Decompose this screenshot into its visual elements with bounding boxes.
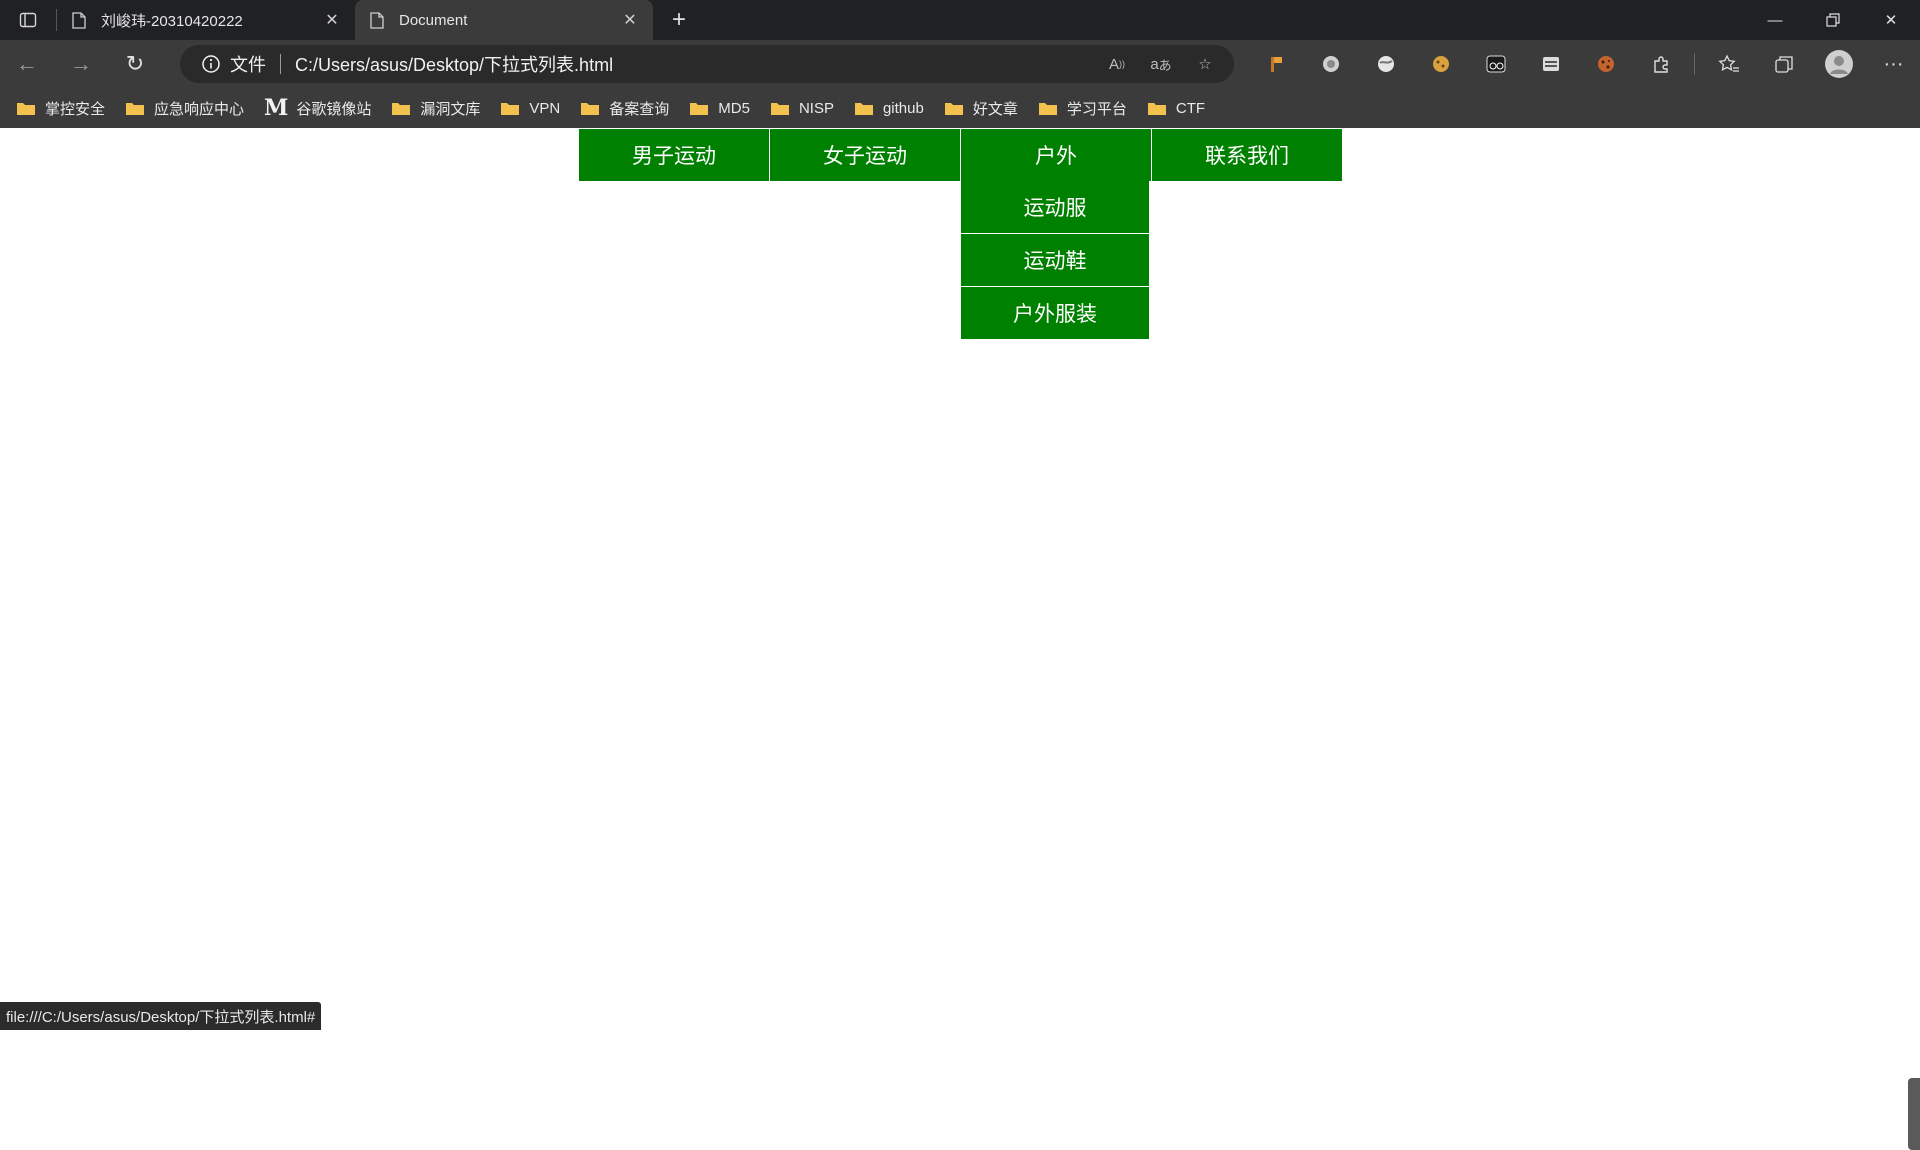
submenu-item-outdoor-clothing[interactable]: 户外服装 — [961, 287, 1149, 339]
favorite-item[interactable]: MD5 — [689, 92, 750, 124]
favorite-item[interactable]: M 谷歌镜像站 — [264, 92, 371, 124]
extension-cookie-icon[interactable] — [1413, 40, 1468, 88]
favorite-label: 漏洞文库 — [420, 100, 481, 118]
favorite-label: 备案查询 — [609, 100, 670, 118]
submenu-item-sneakers[interactable]: 运动鞋 — [961, 234, 1149, 286]
favorite-label: VPN — [529, 99, 561, 117]
status-bar: file:///C:/Users/asus/Desktop/下拉式列表.html… — [0, 1002, 322, 1030]
close-icon[interactable]: ✕ — [615, 5, 645, 35]
folder-icon — [580, 100, 600, 116]
add-favorite-icon[interactable]: ☆ — [1190, 49, 1220, 79]
folder-icon — [854, 100, 874, 116]
favorite-item[interactable]: CTF — [1147, 92, 1205, 124]
refresh-icon[interactable]: ↻ — [108, 40, 162, 88]
tab-actions-icon[interactable] — [0, 0, 56, 40]
favorite-label: github — [882, 99, 924, 117]
folder-icon — [689, 100, 709, 116]
tab-title: Document — [399, 11, 468, 29]
menu-item-outdoor[interactable]: 户外 — [961, 129, 1151, 181]
folder-icon — [391, 100, 411, 116]
favorite-label: 学习平台 — [1066, 100, 1127, 118]
menu-item-contact[interactable]: 联系我们 — [1152, 129, 1342, 181]
extension-world-icon[interactable] — [1358, 40, 1413, 88]
submenu-item-sportswear[interactable]: 运动服 — [961, 181, 1149, 233]
folder-icon — [770, 100, 790, 116]
tab-2[interactable]: Document ✕ — [355, 0, 653, 40]
omnibox-actions: A)) aあ ☆ — [1102, 45, 1220, 83]
new-tab-icon[interactable]: + — [659, 0, 699, 40]
page-icon — [369, 11, 385, 29]
toolbar-separator — [1694, 53, 1695, 75]
favorite-item[interactable]: NISP — [770, 92, 834, 124]
nav-menu: 男子运动 女子运动 户外 联系我们 — [579, 129, 1343, 181]
read-aloud-icon[interactable]: A)) — [1102, 49, 1132, 79]
collections-icon[interactable] — [1756, 40, 1811, 88]
favorite-label: 好文章 — [972, 100, 1018, 118]
site-logo-icon: M — [264, 95, 289, 121]
folder-icon — [16, 100, 36, 116]
extension-globe-icon[interactable] — [1303, 40, 1358, 88]
profile-avatar-icon[interactable] — [1811, 40, 1866, 88]
window-controls: — ✕ — [1746, 0, 1920, 40]
url-text[interactable]: C:/Users/asus/Desktop/下拉式列表.html — [295, 51, 613, 77]
folder-icon — [500, 100, 520, 116]
favorite-item[interactable]: 好文章 — [944, 92, 1018, 124]
page-icon — [71, 11, 87, 29]
tab-title: 刘峻玮-20310420222 — [101, 12, 243, 30]
menu-item-men-sports[interactable]: 男子运动 — [579, 129, 769, 181]
favorite-item[interactable]: 应急响应中心 — [125, 92, 244, 124]
scheme-label: 文件 — [230, 55, 266, 75]
favorite-label: MD5 — [718, 99, 750, 117]
extension-cookie-editor-icon[interactable] — [1578, 40, 1633, 88]
favorite-label: CTF — [1175, 99, 1206, 117]
close-window-icon[interactable]: ✕ — [1862, 0, 1920, 40]
extension-list-icon[interactable] — [1523, 40, 1578, 88]
folder-icon — [1147, 100, 1167, 116]
outdoor-dropdown: 运动服 运动鞋 户外服装 — [961, 181, 1149, 340]
address-bar[interactable]: 文件 C:/Users/asus/Desktop/下拉式列表.html A)) … — [180, 45, 1234, 83]
favorite-item[interactable]: VPN — [500, 92, 560, 124]
extension-flag-icon[interactable] — [1248, 40, 1303, 88]
favorite-item[interactable]: 漏洞文库 — [391, 92, 480, 124]
extensions-area: ··· — [1248, 40, 1920, 88]
favorites-bar: 掌控安全 应急响应中心 M 谷歌镜像站 漏洞文库 VPN 备案查询 MD5 NI… — [0, 88, 1920, 128]
favorite-label: 掌控安全 — [45, 100, 106, 118]
folder-icon — [125, 100, 145, 116]
toolbar: ← → ↻ 文件 C:/Users/asus/Desktop/下拉式列表.htm… — [0, 40, 1920, 88]
favorite-item[interactable]: 备案查询 — [580, 92, 669, 124]
extension-glasses-icon[interactable] — [1468, 40, 1523, 88]
close-icon[interactable]: ✕ — [317, 5, 347, 35]
favorite-item[interactable]: 掌控安全 — [16, 92, 105, 124]
minimize-icon[interactable]: — — [1746, 0, 1804, 40]
more-icon[interactable]: ··· — [1866, 40, 1920, 88]
restore-icon[interactable] — [1804, 0, 1862, 40]
omnibox-divider — [280, 54, 281, 74]
favorite-item[interactable]: github — [854, 92, 924, 124]
favorite-label: NISP — [798, 99, 834, 117]
favorite-label: 应急响应中心 — [154, 100, 245, 118]
folder-icon — [1038, 100, 1058, 116]
extensions-puzzle-icon[interactable] — [1633, 40, 1688, 88]
folder-icon — [944, 100, 964, 116]
page-content: 男子运动 女子运动 户外 联系我们 运动服 运动鞋 户外服装 file:///C… — [0, 128, 1920, 1150]
back-icon[interactable]: ← — [0, 40, 54, 88]
menu-item-women-sports[interactable]: 女子运动 — [770, 129, 960, 181]
info-icon[interactable] — [192, 54, 230, 74]
tab-strip: 刘峻玮-20310420222 ✕ Document ✕ + — ✕ — [0, 0, 1920, 40]
forward-icon[interactable]: → — [54, 40, 108, 88]
favorite-item[interactable]: 学习平台 — [1038, 92, 1127, 124]
translate-icon[interactable]: aあ — [1146, 49, 1176, 79]
tab-1[interactable]: 刘峻玮-20310420222 ✕ — [57, 0, 355, 40]
favorites-icon[interactable] — [1701, 40, 1756, 88]
favorite-label: 谷歌镜像站 — [296, 100, 372, 118]
scrollbar[interactable] — [1908, 1078, 1920, 1150]
